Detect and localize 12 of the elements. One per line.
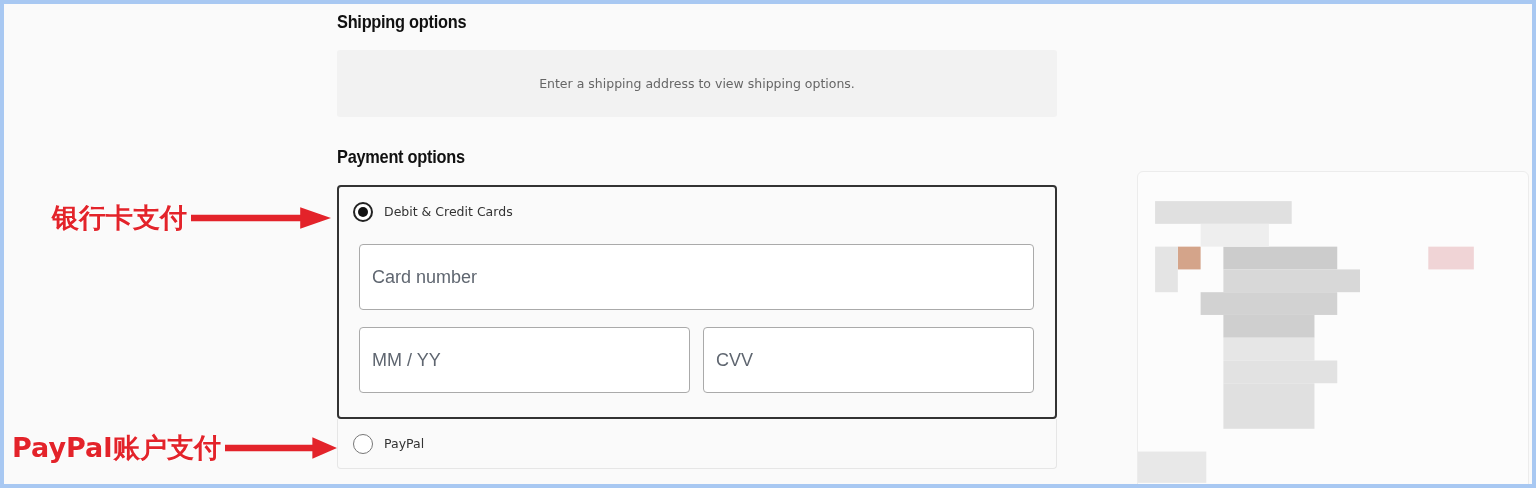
section-heading: Payment options [337,145,466,169]
shipping-message: Enter a shipping address to view shipping options. [539,76,855,91]
annotation-label: 银行卡支付 [52,201,187,235]
input-field[interactable]: CVV [703,327,1034,393]
radio-button[interactable] [353,201,373,222]
section-heading: Shipping options [337,10,468,34]
input-field[interactable]: MM / YY [359,327,690,393]
option-label[interactable]: PayPal [384,436,425,451]
annotation-label: PayPal账户支付 [12,431,221,465]
radio-button[interactable] [353,433,373,454]
input-field[interactable]: Card number [359,244,1034,310]
option-label[interactable]: Debit & Credit Cards [384,204,513,219]
